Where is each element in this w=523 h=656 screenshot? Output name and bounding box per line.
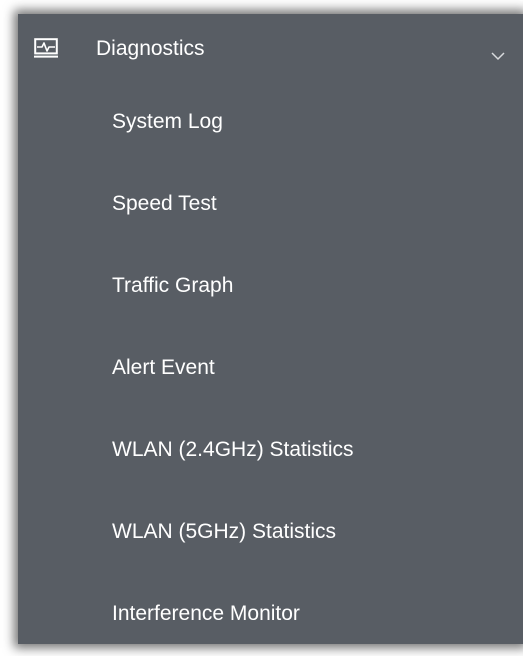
submenu-item-label: Interference Monitor	[112, 602, 300, 625]
diagnostics-submenu: System Log Speed Test Traffic Graph Aler…	[18, 84, 523, 656]
submenu-item-wlan-5ghz-statistics[interactable]: WLAN (5GHz) Statistics	[18, 492, 523, 574]
screenshot-frame: Diagnostics System Log Speed Test Traffi…	[0, 0, 523, 644]
submenu-item-label: Alert Event	[112, 356, 215, 379]
submenu-item-wlan-24ghz-statistics[interactable]: WLAN (2.4GHz) Statistics	[18, 410, 523, 492]
submenu-item-speed-test[interactable]: Speed Test	[18, 164, 523, 246]
submenu-item-label: System Log	[112, 110, 223, 133]
submenu-item-label: Traffic Graph	[112, 274, 234, 297]
diagnostics-menu: Diagnostics System Log Speed Test Traffi…	[18, 14, 523, 644]
submenu-item-label: WLAN (5GHz) Statistics	[112, 520, 337, 543]
submenu-item-alert-event[interactable]: Alert Event	[18, 328, 523, 410]
submenu-item-system-log[interactable]: System Log	[18, 84, 523, 164]
submenu-item-label: Speed Test	[112, 192, 217, 215]
submenu-item-traffic-graph[interactable]: Traffic Graph	[18, 246, 523, 328]
monitor-pulse-icon	[34, 38, 58, 58]
submenu-item-label: WLAN (2.4GHz) Statistics	[112, 438, 354, 461]
diagnostics-menu-header[interactable]: Diagnostics	[18, 14, 523, 84]
chevron-down-icon[interactable]	[491, 48, 505, 61]
diagnostics-menu-title: Diagnostics	[96, 37, 205, 60]
